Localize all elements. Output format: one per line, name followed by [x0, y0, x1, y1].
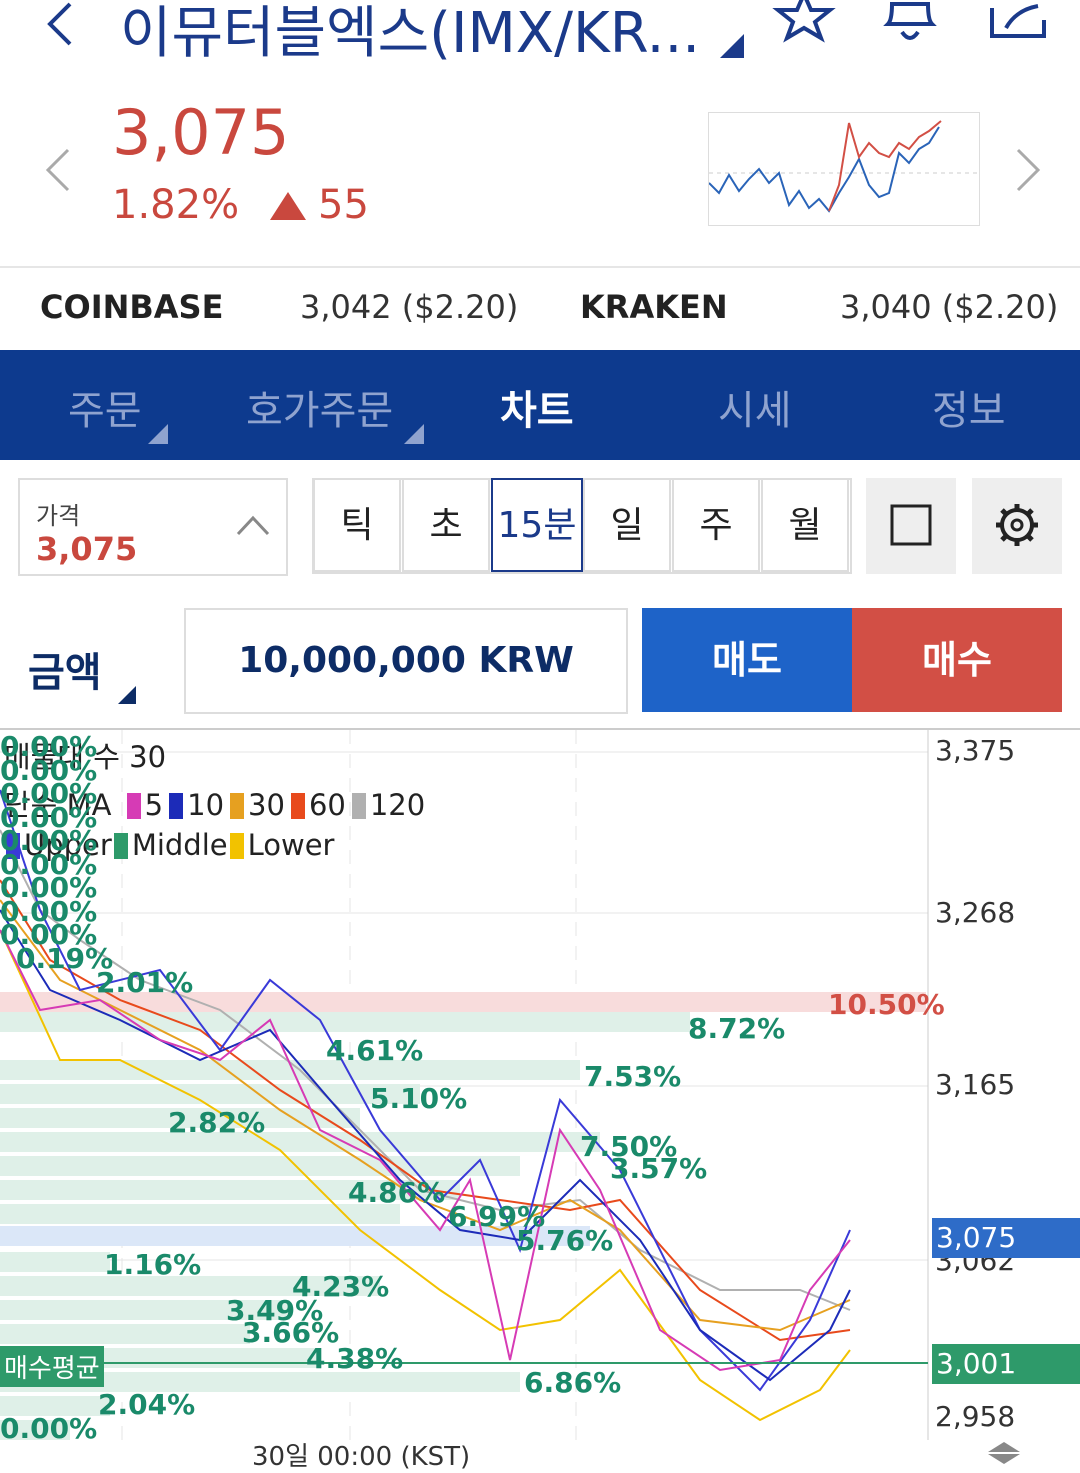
exchange-value-coinbase: 3,042 ($2.20)	[300, 288, 519, 326]
y-tick: 3,375	[935, 734, 1016, 767]
interval-day[interactable]: 일	[583, 478, 671, 572]
up-arrow-icon	[270, 192, 306, 220]
legend-swatch	[113, 833, 128, 859]
buy-button[interactable]: 매수	[852, 608, 1062, 712]
vp-percent: 2.82%	[168, 1106, 266, 1139]
tab-quote-order[interactable]: 호가주문	[246, 378, 393, 436]
price-select-label: 가격	[36, 502, 81, 530]
tab-chart[interactable]: 차트	[500, 378, 574, 436]
sell-button[interactable]: 매도	[642, 608, 852, 712]
title-dropdown-icon[interactable]	[720, 34, 744, 58]
avg-price-tag: 3,001	[932, 1344, 1080, 1384]
tab-order[interactable]: 주문	[68, 378, 142, 436]
chevron-left-icon	[45, 148, 70, 192]
exchange-name-coinbase: COINBASE	[40, 288, 224, 326]
exchange-value-kraken: 3,040 ($2.20)	[840, 288, 1059, 326]
vp-percent: 6.86%	[524, 1366, 622, 1399]
back-icon	[47, 2, 72, 46]
volume-profile-bar	[0, 1012, 690, 1032]
legend-ma-period: 30	[248, 788, 285, 822]
amount-dropdown-icon[interactable]	[118, 686, 136, 704]
legend-bb-label: Lower	[247, 828, 335, 862]
y-tick: 3,268	[935, 896, 1016, 929]
tab-info[interactable]: 정보	[932, 378, 1006, 436]
vp-percent: 4.38%	[306, 1342, 404, 1375]
square-icon	[890, 504, 932, 546]
chart-settings-button[interactable]	[972, 478, 1062, 574]
page-title[interactable]: 이뮤터블엑스(IMX/KR...	[120, 0, 700, 69]
vp-percent: 2.01%	[96, 966, 194, 999]
chevron-up-icon	[236, 515, 270, 536]
interval-second[interactable]: 초	[402, 478, 490, 572]
amount-label[interactable]: 금액	[28, 640, 102, 698]
interval-week[interactable]: 주	[672, 478, 760, 572]
volume-profile-bar	[0, 1204, 400, 1224]
tab-order-dropdown-icon	[148, 424, 168, 444]
vp-percent: 1.16%	[104, 1248, 202, 1281]
draw-tool-button[interactable]	[866, 478, 956, 574]
change-amount: 55	[318, 182, 369, 228]
vp-percent: 5.10%	[370, 1082, 468, 1115]
vp-percent: 8.72%	[688, 1012, 786, 1045]
legend-bb-label: Middle	[131, 828, 228, 862]
price-select-value: 3,075	[36, 530, 138, 568]
vp-percent: 3.57%	[610, 1152, 708, 1185]
current-price-tag: 3,075	[932, 1218, 1080, 1258]
vp-percent: 7.53%	[584, 1060, 682, 1093]
legend-swatch	[126, 793, 141, 819]
star-icon	[772, 0, 836, 43]
sparkline-chart[interactable]	[708, 112, 980, 226]
resize-handle-icon[interactable]	[984, 1440, 1024, 1466]
interval-15min[interactable]: 15분	[491, 478, 583, 572]
next-coin-button[interactable]	[1014, 148, 1044, 192]
prev-coin-button[interactable]	[44, 148, 74, 192]
avg-price-label: 매수평균	[0, 1346, 104, 1387]
volume-profile-bar	[0, 1156, 520, 1176]
legend-ma-list: 5 10 30 60 120	[121, 788, 426, 822]
y-tick: 2,958	[935, 1400, 1016, 1433]
y-tick: 3,165	[935, 1068, 1016, 1101]
amount-input[interactable]: 10,000,000 KRW	[184, 608, 628, 714]
current-price: 3,075	[112, 96, 290, 169]
back-button[interactable]	[40, 0, 80, 48]
vp-percent: 5.76%	[516, 1224, 614, 1257]
chevron-right-icon	[1016, 148, 1041, 192]
legend-swatch	[229, 833, 244, 859]
resistance-percent: 10.50%	[828, 988, 945, 1021]
share-icon	[990, 4, 1046, 38]
legend-swatch	[351, 793, 366, 819]
vp-percent: 0.00%	[0, 1412, 98, 1445]
legend-ma-period: 5	[144, 788, 164, 822]
legend-ma-period: 120	[369, 788, 426, 822]
vp-percent: 2.04%	[98, 1388, 196, 1421]
sparkline	[708, 120, 979, 213]
volume-profile-bar	[0, 1132, 600, 1152]
interval-tick[interactable]: 틱	[313, 478, 401, 572]
tab-market[interactable]: 시세	[718, 378, 792, 436]
alert-button[interactable]	[878, 0, 942, 48]
gear-icon	[996, 504, 1038, 546]
volume-profile-bar	[0, 1252, 110, 1272]
x-axis-label: 30일 00:00 (KST)	[252, 1442, 471, 1472]
exchange-name-kraken: KRAKEN	[580, 288, 728, 326]
legend-swatch	[230, 793, 245, 819]
legend-swatch	[290, 793, 305, 819]
vp-percent: 4.61%	[326, 1034, 424, 1067]
favorite-button[interactable]	[772, 0, 836, 48]
legend-ma-period: 60	[308, 788, 346, 822]
share-button[interactable]	[986, 0, 1050, 48]
volume-profile-bar	[0, 1324, 250, 1344]
legend-swatch	[169, 793, 184, 819]
bell-icon	[883, 2, 937, 40]
tab-quote-order-dropdown-icon	[404, 424, 424, 444]
legend-ma-period: 10	[187, 788, 225, 822]
vp-percent: 4.86%	[348, 1176, 446, 1209]
change-percent: 1.82%	[112, 182, 240, 228]
interval-month[interactable]: 월	[761, 478, 849, 572]
